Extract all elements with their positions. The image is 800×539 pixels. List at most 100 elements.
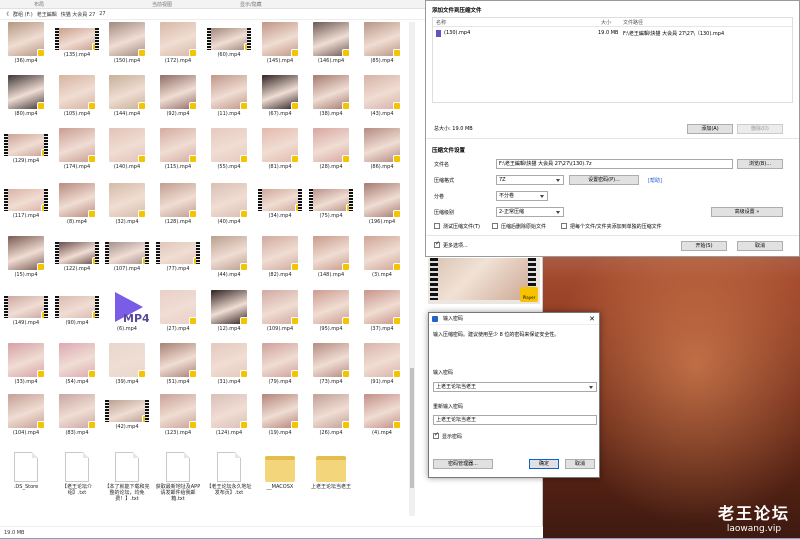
add-button[interactable]: 添加(A) [687,124,733,134]
file-tile[interactable]: (148).mp4 [308,236,354,290]
file-tile[interactable]: (144).mp4 [104,75,150,129]
file-tile[interactable]: (37).mp4 [359,290,405,344]
video-preview[interactable]: Player [428,258,540,304]
file-tile[interactable]: (123).mp4 [155,394,201,448]
file-tile[interactable]: (109).mp4 [257,290,303,344]
file-tile[interactable]: (145).mp4 [257,22,303,76]
file-tile[interactable]: (122).mp4 [54,236,100,290]
file-tile[interactable]: (12).mp4 [206,290,252,344]
file-tile[interactable]: (85).mp4 [359,22,405,76]
cancel-button[interactable]: 取消 [737,241,783,251]
file-tile[interactable]: (107).mp4 [104,236,150,290]
file-tile[interactable]: (28).mp4 [308,128,354,182]
file-tile[interactable]: (140).mp4 [104,128,150,182]
file-tile[interactable]: (129).mp4 [3,128,49,182]
password-input[interactable]: 上老王论坛当老王 [433,382,597,392]
set-password-button[interactable]: 设置密码(P)... [569,175,639,185]
file-tile[interactable]: (95).mp4 [308,290,354,344]
each-checkbox[interactable] [561,223,567,229]
file-tile[interactable]: (67).mp4 [257,75,303,129]
file-tile[interactable]: (128).mp4 [155,183,201,237]
table-row[interactable]: (130).mp4 19.0 MB F:\老王編輯\快猫 大会員 27\27\（… [436,30,791,38]
file-tile[interactable]: (105).mp4 [54,75,100,129]
file-tile[interactable]: (77).mp4 [155,236,201,290]
file-tile[interactable]: (40).mp4 [206,183,252,237]
file-tile[interactable]: (73).mp4 [308,343,354,397]
scrollbar-thumb[interactable] [410,368,414,488]
col-size[interactable]: 大小 [601,19,611,26]
folder-tile[interactable]: __MACOSX [257,450,303,516]
file-tile[interactable]: (174).mp4 [54,128,100,182]
file-tile[interactable]: (75).mp4 [308,183,354,237]
start-button[interactable]: 开始(S) [681,241,727,251]
document-tile[interactable]: 【老王论坛介绍】.txt [54,450,100,516]
file-tile[interactable]: (26).mp4 [308,394,354,448]
breadcrumb-folder-3[interactable]: 27 [99,11,105,17]
password-cancel-button[interactable]: 取消 [565,459,595,469]
scrollbar[interactable] [409,22,415,516]
ribbon-current-view[interactable]: 当前视图 [152,1,172,8]
file-tile[interactable]: (33).mp4 [3,343,49,397]
file-tile[interactable]: (43).mp4 [359,75,405,129]
file-tile[interactable]: (81).mp4 [257,128,303,182]
file-tile[interactable]: (86).mp4 [359,128,405,182]
browse-button[interactable]: 浏览(B)... [737,159,783,169]
file-tile[interactable]: (91).mp4 [359,343,405,397]
file-tile[interactable]: (15).mp4 [3,236,49,290]
breadcrumb-drive[interactable]: 群组 (F:) [13,11,33,18]
file-tile[interactable]: (92).mp4 [155,75,201,129]
file-tile[interactable]: (27).mp4 [155,290,201,344]
file-tile[interactable]: (80).mp4 [3,75,49,129]
file-tile[interactable]: (82).mp4 [257,236,303,290]
file-tile[interactable]: (4).mp4 [359,394,405,448]
more-options-checkbox[interactable] [434,240,440,248]
advanced-button[interactable]: 高级设置 » [711,207,783,217]
file-tile[interactable]: (104).mp4 [3,394,49,448]
breadcrumb-folder-2[interactable]: 快猫 大会員 27 [61,11,96,18]
file-tile[interactable]: (117).mp4 [3,183,49,237]
more-options-label[interactable]: 更多选项... [443,242,468,249]
file-tile[interactable]: (146).mp4 [308,22,354,76]
document-tile[interactable]: 【老王论坛永久地址发布页】.txt [206,450,252,516]
document-tile[interactable]: 【本了就能下载和完整的论坛，均免费！】.txt [104,450,150,516]
reenter-password-input[interactable]: 上老王论坛当老王 [433,415,597,425]
file-tile[interactable]: (19).mp4 [257,394,303,448]
file-tile[interactable]: (34).mp4 [257,183,303,237]
file-tile[interactable]: (124).mp4 [206,394,252,448]
breadcrumb-folder-1[interactable]: 老王編輯 [37,11,57,18]
file-tile[interactable]: (36).mp4 [3,22,49,76]
breadcrumb-back[interactable]: 《 [4,11,9,18]
file-tile[interactable]: (55).mp4 [206,128,252,182]
show-password-checkbox[interactable] [433,431,439,439]
document-tile[interactable]: 获取最新地址及APP请发邮件给我邮箱.txt [155,450,201,516]
file-tile[interactable]: (8).mp4 [54,183,100,237]
file-tile[interactable]: (54).mp4 [54,343,100,397]
test-checkbox[interactable] [434,223,440,229]
file-tile[interactable]: (115).mp4 [155,128,201,182]
file-tile[interactable]: (196).mp4 [359,183,405,237]
file-tile[interactable]: (11).mp4 [206,75,252,129]
help-link[interactable]: [帮助] [648,177,662,184]
col-path[interactable]: 文件路径 [623,19,643,26]
file-tile[interactable]: MP4 (6).mp4 [104,290,150,344]
file-tile[interactable]: (39).mp4 [104,343,150,397]
file-tile[interactable]: (149).mp4 [3,290,49,344]
ok-button[interactable]: 确定 [529,459,559,469]
file-tile[interactable]: (150).mp4 [104,22,150,76]
file-tile[interactable]: (51).mp4 [155,343,201,397]
password-manager-button[interactable]: 密码管理器... [433,459,493,469]
volume-select[interactable]: 不分卷 [496,191,548,201]
document-tile[interactable]: .DS_Store [3,450,49,516]
col-name[interactable]: 名称 [436,19,446,26]
filename-input[interactable]: F:\老王編輯\快猫 大会員 27\27\(130).7z [496,159,733,169]
file-tile[interactable]: (83).mp4 [54,394,100,448]
delete-checkbox[interactable] [492,223,498,229]
folder-tile[interactable]: 上老王论坛当老王 [308,450,354,516]
file-tile[interactable]: (90).mp4 [54,290,100,344]
file-tile[interactable]: (44).mp4 [206,236,252,290]
level-select[interactable]: 2-正常压缩 [496,207,564,217]
remove-button[interactable]: 删除(D) [737,124,783,134]
ribbon-show-hide[interactable]: 显示/隐藏 [240,1,262,8]
file-tile[interactable]: (42).mp4 [104,394,150,448]
file-tile[interactable]: (79).mp4 [257,343,303,397]
